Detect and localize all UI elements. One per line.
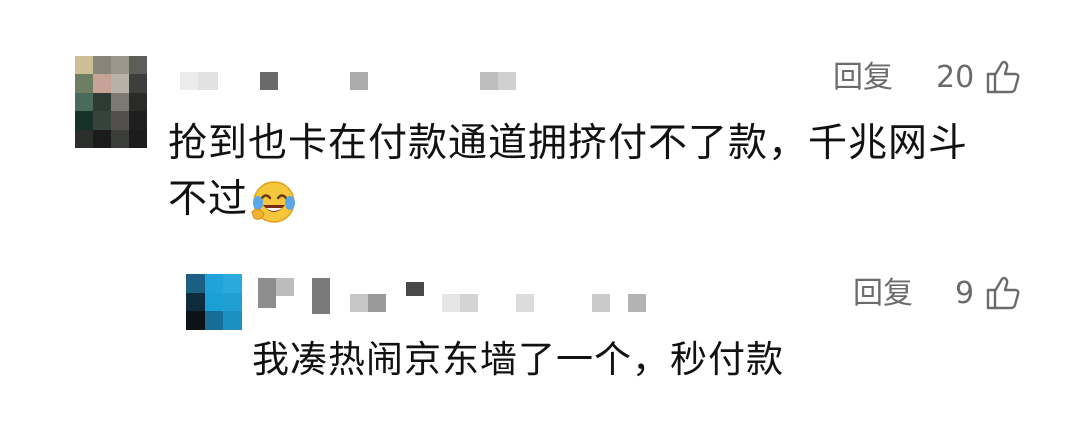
reply-comment: 回复 9 我凑热闹京东墙了一个，秒付款 (0, 240, 1080, 410)
face-with-tears-of-joy-icon (250, 178, 298, 226)
like-count: 20 (936, 60, 975, 95)
username[interactable] (180, 70, 530, 90)
comment-text: 抢到也卡在付款通道拥挤付不了款，千兆网斗 (168, 121, 969, 166)
reply-button[interactable]: 回复 (853, 274, 913, 314)
thumbs-up-icon[interactable] (984, 58, 1022, 96)
thumbs-up-icon[interactable] (984, 274, 1022, 312)
reply-avatar[interactable] (186, 274, 242, 330)
reply-button[interactable]: 回复 (833, 58, 893, 98)
reply-text: 我凑热闹京东墙了一个，秒付款 (252, 338, 784, 381)
reply-username[interactable] (258, 278, 658, 314)
avatar[interactable] (75, 56, 147, 148)
like-count: 9 (955, 276, 975, 311)
comment-text-continued: 不过 (168, 177, 249, 222)
comment: 回复 20 抢到也卡在付款通道拥挤付不了款，千兆网斗 不过 回复 9 我凑热闹京… (0, 0, 1080, 381)
